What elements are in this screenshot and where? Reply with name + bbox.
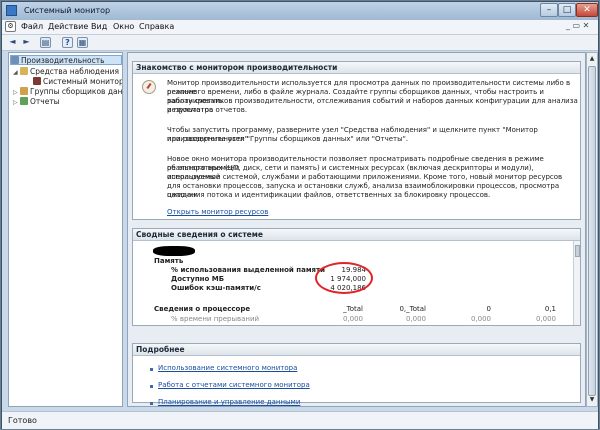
bullet-icon xyxy=(150,368,153,371)
processor-value: 0,000 xyxy=(470,315,491,323)
tree-item-system-monitor[interactable]: Системный монитор xyxy=(33,77,122,87)
expand-arrow-icon[interactable]: ▷ xyxy=(13,98,20,108)
app-icon xyxy=(6,5,17,16)
menu-help[interactable]: Справка xyxy=(139,22,174,31)
view-icon[interactable]: ▦ xyxy=(77,37,88,48)
window-title: Системный монитор xyxy=(24,6,111,15)
tree-item-monitoring-tools[interactable]: ◢ Средства наблюдения xyxy=(13,67,119,77)
counter-label: Доступно МБ xyxy=(171,275,225,283)
overview-line: или разверните узел "Группы сборщиков да… xyxy=(167,135,409,143)
highlight-circle xyxy=(315,262,373,294)
overview-line: и просмотра отчетов. xyxy=(167,106,248,114)
folder-icon xyxy=(20,87,28,95)
navigation-tree: Производительность ◢ Средства наблюдения … xyxy=(8,52,123,407)
system-summary-header: Сводные сведения о системе xyxy=(133,229,580,241)
status-bar: Готово xyxy=(2,411,598,429)
summary-scrollbar[interactable] xyxy=(573,241,580,325)
main-scrollbar[interactable]: ▲ ▼ xyxy=(586,52,598,407)
details-link-reports[interactable]: Работа с отчетами системного монитора xyxy=(158,381,310,390)
document-window-controls[interactable]: _ ▭ ✕ xyxy=(566,21,589,30)
details-panel: Подробнее Использование системного монит… xyxy=(132,343,581,406)
counter-label: Ошибок кэш-памяти/с xyxy=(171,284,261,292)
back-icon[interactable]: ◄ xyxy=(7,37,18,48)
close-button[interactable]: ✕ xyxy=(576,3,598,17)
details-link-scheduling[interactable]: Планирование и управление данными xyxy=(158,398,300,407)
overview-line: операционной системой, службами и работа… xyxy=(167,173,563,181)
forward-icon[interactable]: ► xyxy=(21,37,32,48)
tree-item-reports[interactable]: ▷ Отчеты xyxy=(13,97,60,107)
main-pane: Знакомство с монитором производительност… xyxy=(127,52,586,407)
processor-section-label: Сведения о процессоре xyxy=(154,305,251,313)
details-link-using-monitor[interactable]: Использование системного монитора xyxy=(158,364,297,373)
column-header: _Total xyxy=(343,305,363,313)
performance-monitor-icon xyxy=(142,80,156,94)
column-header: 0 xyxy=(486,305,491,313)
tree-item-performance[interactable]: Производительность xyxy=(10,55,122,65)
menu-file[interactable]: Файл xyxy=(21,22,43,31)
scroll-down-icon[interactable]: ▼ xyxy=(588,395,596,405)
status-text: Готово xyxy=(8,416,37,425)
collapse-arrow-icon[interactable]: ◢ xyxy=(13,68,20,78)
column-header: 0,1 xyxy=(544,305,556,313)
overview-header: Знакомство с монитором производительност… xyxy=(133,62,580,74)
redacted-computer-name xyxy=(153,246,195,256)
overview-line: ожидания потока и идентификации файлов, … xyxy=(167,191,491,199)
tree-item-data-collector-sets[interactable]: ▷Группы сборщиков данных xyxy=(13,87,122,97)
processor-value: 0,000 xyxy=(535,315,556,323)
menu-view[interactable]: Вид xyxy=(91,22,107,31)
scroll-up-icon[interactable]: ▲ xyxy=(588,54,596,64)
show-tree-icon[interactable]: ▤ xyxy=(40,37,51,48)
summary-scroll-thumb[interactable] xyxy=(575,245,580,257)
open-resource-monitor-link[interactable]: Открыть монитор ресурсов xyxy=(167,208,268,217)
title-bar[interactable]: Системный монитор – □ ✕ xyxy=(2,2,598,20)
folder-icon xyxy=(20,67,28,75)
processor-row-label: % времени прерываний xyxy=(171,315,260,323)
help-icon[interactable]: ? xyxy=(62,37,73,48)
toolbar: ◄ ► ▤ ? ▦ xyxy=(2,35,598,51)
main-scroll-thumb[interactable] xyxy=(588,66,596,396)
processor-value: 0,000 xyxy=(405,315,426,323)
system-summary-panel: Сводные сведения о системе Память % испо… xyxy=(132,228,581,326)
app-window: Системный монитор – □ ✕ ⚙ Файл Действие … xyxy=(1,1,599,429)
menu-bar: ⚙ Файл Действие Вид Окно Справка _ ▭ ✕ xyxy=(2,20,598,35)
details-header: Подробнее xyxy=(133,344,580,356)
minimize-button[interactable]: – xyxy=(540,3,558,17)
system-menu-icon[interactable]: ⚙ xyxy=(5,21,16,32)
bullet-icon xyxy=(150,385,153,388)
reports-icon xyxy=(20,97,28,105)
maximize-button[interactable]: □ xyxy=(558,3,576,17)
menu-window[interactable]: Окно xyxy=(113,22,134,31)
bullet-icon xyxy=(150,402,153,405)
column-header: 0,_Total xyxy=(399,305,426,313)
processor-value: 0,000 xyxy=(342,315,363,323)
performance-icon xyxy=(11,56,19,64)
memory-section-label: Память xyxy=(154,257,184,265)
menu-action[interactable]: Действие xyxy=(48,22,88,31)
overview-panel: Знакомство с монитором производительност… xyxy=(132,61,581,220)
chart-icon xyxy=(33,77,41,85)
counter-label: % использования выделенной памяти xyxy=(171,266,326,274)
